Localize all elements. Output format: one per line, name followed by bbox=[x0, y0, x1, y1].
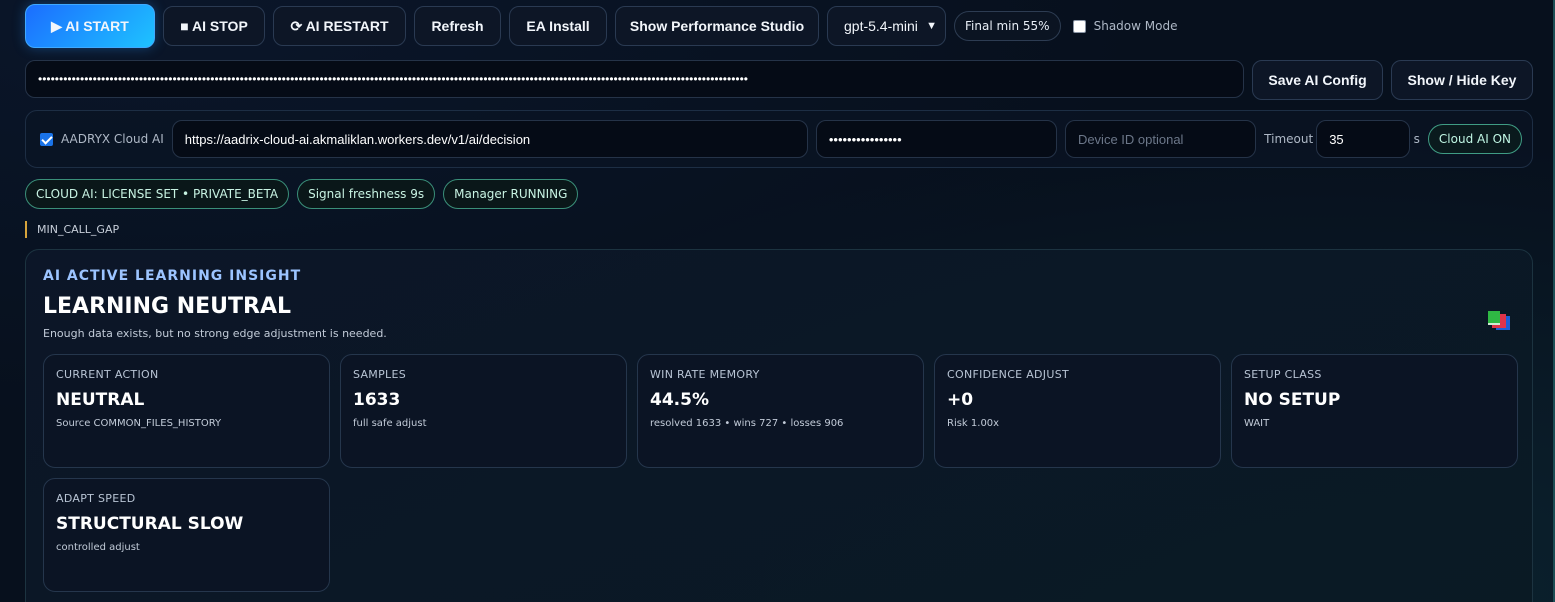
card-label: SETUP CLASS bbox=[1244, 368, 1322, 381]
card-current-action: CURRENT ACTION NEUTRAL Source COMMON_FIL… bbox=[43, 354, 330, 468]
card-label: WIN RATE MEMORY bbox=[650, 368, 760, 381]
timeout-input[interactable]: 35 bbox=[1316, 120, 1410, 158]
refresh-button[interactable]: Refresh bbox=[414, 6, 501, 46]
card-sub: Source COMMON_FILES_HISTORY bbox=[56, 418, 222, 429]
card-sub: resolved 1633 • wins 727 • losses 906 bbox=[650, 418, 844, 429]
card-confidence-adjust: CONFIDENCE ADJUST +0 Risk 1.00x bbox=[934, 354, 1221, 468]
learning-insight-panel: AI ACTIVE LEARNING INSIGHT LEARNING NEUT… bbox=[25, 249, 1533, 602]
card-sub: WAIT bbox=[1244, 418, 1270, 429]
show-hide-key-button[interactable]: Show / Hide Key bbox=[1391, 60, 1533, 100]
cloud-url-input[interactable]: https://aadrix-cloud-ai.akmaliklan.worke… bbox=[171, 120, 808, 158]
api-key-input[interactable]: ••••••••••••••••••••••••••••••••••••••••… bbox=[25, 60, 1244, 98]
ai-start-button[interactable]: ▶ AI START bbox=[25, 4, 155, 48]
ai-stop-button[interactable]: ■ AI STOP bbox=[163, 6, 265, 46]
card-adapt-speed: ADAPT SPEED STRUCTURAL SLOW controlled a… bbox=[43, 478, 330, 592]
card-label: SAMPLES bbox=[353, 368, 406, 381]
api-key-row: ••••••••••••••••••••••••••••••••••••••••… bbox=[25, 60, 1533, 100]
card-value: +0 bbox=[947, 390, 974, 410]
insight-kicker: AI ACTIVE LEARNING INSIGHT bbox=[43, 268, 302, 284]
cloud-ai-toggle[interactable]: AADRYX Cloud AI bbox=[40, 132, 164, 146]
save-ai-config-button[interactable]: Save AI Config bbox=[1252, 60, 1383, 100]
ea-install-button[interactable]: EA Install bbox=[509, 6, 607, 46]
card-value: STRUCTURAL SLOW bbox=[56, 514, 244, 534]
show-performance-studio-button[interactable]: Show Performance Studio bbox=[615, 6, 819, 46]
books-icon bbox=[1488, 311, 1510, 330]
card-sub: full safe adjust bbox=[353, 418, 427, 429]
status-row: CLOUD AI: LICENSE SET • PRIVATE_BETA Sig… bbox=[25, 179, 579, 209]
cloud-ai-status-badge: Cloud AI ON bbox=[1427, 124, 1522, 154]
license-key-input[interactable]: •••••••••••••••• bbox=[815, 120, 1057, 158]
card-label: CONFIDENCE ADJUST bbox=[947, 368, 1070, 381]
shadow-mode-checkbox[interactable] bbox=[1072, 19, 1086, 33]
cloud-ai-checkbox[interactable] bbox=[40, 132, 53, 146]
ai-restart-button[interactable]: ⟳ AI RESTART bbox=[273, 6, 406, 46]
card-setup-class: SETUP CLASS NO SETUP WAIT bbox=[1231, 354, 1518, 468]
chevron-down-icon: ▼ bbox=[926, 20, 937, 32]
card-win-rate-memory: WIN RATE MEMORY 44.5% resolved 1633 • wi… bbox=[637, 354, 924, 468]
manager-status-badge: Manager RUNNING bbox=[443, 179, 579, 209]
toolbar: ▶ AI START ■ AI STOP ⟳ AI RESTART Refres… bbox=[25, 4, 1177, 48]
card-value: 1633 bbox=[353, 390, 401, 410]
card-label: ADAPT SPEED bbox=[56, 492, 136, 505]
card-label: CURRENT ACTION bbox=[56, 368, 159, 381]
cloud-ai-panel: AADRYX Cloud AI https://aadrix-cloud-ai.… bbox=[25, 110, 1533, 168]
insight-description: Enough data exists, but no strong edge a… bbox=[43, 327, 387, 340]
device-id-input[interactable]: Device ID optional bbox=[1064, 120, 1257, 158]
insight-title: LEARNING NEUTRAL bbox=[43, 294, 292, 319]
timeout-label: Timeout bbox=[1264, 132, 1314, 146]
card-sub: controlled adjust bbox=[56, 542, 140, 553]
shadow-mode-label: Shadow Mode bbox=[1093, 19, 1178, 33]
min-call-gap-note: MIN_CALL_GAP bbox=[25, 221, 119, 238]
model-select-value: gpt-5.4-mini bbox=[844, 18, 918, 34]
card-samples: SAMPLES 1633 full safe adjust bbox=[340, 354, 627, 468]
card-value: 44.5% bbox=[650, 390, 709, 410]
model-select[interactable]: gpt-5.4-mini ▼ bbox=[827, 6, 946, 46]
card-value: NEUTRAL bbox=[56, 390, 145, 410]
cloud-ai-label: AADRYX Cloud AI bbox=[61, 132, 164, 146]
signal-freshness-badge: Signal freshness 9s bbox=[297, 179, 436, 209]
final-min-badge: Final min 55% bbox=[954, 11, 1061, 41]
shadow-mode-toggle[interactable]: Shadow Mode bbox=[1072, 19, 1178, 33]
card-value: NO SETUP bbox=[1244, 390, 1341, 410]
license-status-badge: CLOUD AI: LICENSE SET • PRIVATE_BETA bbox=[25, 179, 290, 209]
timeout-unit: s bbox=[1413, 132, 1420, 146]
card-sub: Risk 1.00x bbox=[947, 418, 1000, 429]
